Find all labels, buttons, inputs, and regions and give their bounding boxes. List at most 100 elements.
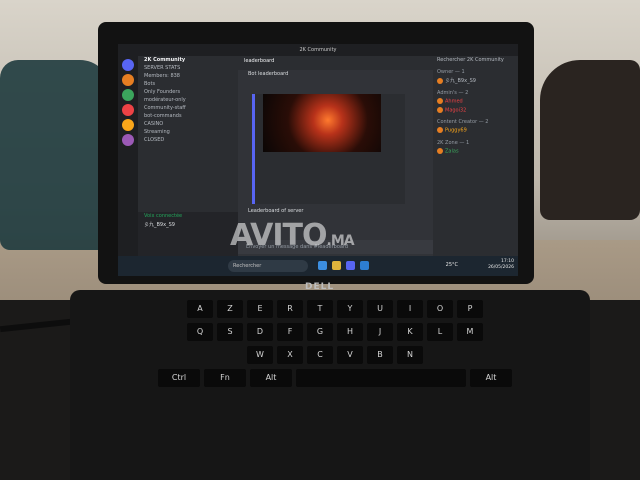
watermark-suffix: .MA	[326, 233, 355, 249]
key-row: QSDFGHJKLM	[100, 323, 570, 341]
keyboard-key[interactable]	[296, 369, 466, 387]
keyboard-key[interactable]: F	[277, 323, 303, 341]
member-group: Admin's — 2	[437, 90, 469, 96]
keyboard-key[interactable]: P	[457, 300, 483, 318]
member-group: Owner — 1	[437, 69, 465, 75]
keyboard-key[interactable]: H	[337, 323, 363, 341]
member-list: Rechercher 2K Community Owner — 1 彡九_B9x…	[433, 56, 518, 256]
member-name: Ahmed	[445, 98, 463, 105]
keyboard-key[interactable]: Y	[337, 300, 363, 318]
channel-item[interactable]: Members: 838	[138, 72, 238, 80]
keyboard-key[interactable]: A	[187, 300, 213, 318]
keyboard-key[interactable]: Alt	[250, 369, 292, 387]
channel-item[interactable]: bot-commands	[138, 112, 238, 120]
keyboard-key[interactable]: X	[277, 346, 303, 364]
keyboard-key[interactable]: N	[397, 346, 423, 364]
server-name[interactable]: 2K Community	[138, 56, 238, 64]
keyboard-key[interactable]: C	[307, 346, 333, 364]
member-item[interactable]: Zalas	[433, 147, 518, 156]
keyboard-key[interactable]: J	[367, 323, 393, 341]
window-title: 2K Community	[118, 44, 518, 56]
keyboard-key[interactable]: O	[427, 300, 453, 318]
photo-scene: 2K Community 2K Community SERVER STATS M…	[0, 0, 640, 480]
browser-icon[interactable]	[318, 261, 327, 270]
avatar	[437, 127, 443, 133]
avatar	[437, 98, 443, 104]
keyboard-key[interactable]: G	[307, 323, 333, 341]
clock-date: 26/05/2026	[488, 265, 514, 270]
watermark: AVITO.MA	[230, 218, 355, 253]
keyboard-key[interactable]: E	[247, 300, 273, 318]
avatar	[437, 77, 443, 84]
server-icon[interactable]	[122, 119, 134, 131]
server-icon[interactable]	[122, 89, 134, 101]
member-item[interactable]: 彡九_B9x_S9	[433, 76, 518, 85]
member-name: Magoi32	[445, 107, 467, 113]
keyboard-key[interactable]: Ctrl	[158, 369, 200, 387]
keyboard-key[interactable]: Fn	[204, 369, 246, 387]
key-row: Ctrl Fn Alt Alt	[100, 369, 570, 387]
embed-image	[263, 94, 381, 152]
keyboard-key[interactable]: T	[307, 300, 333, 318]
folder-icon[interactable]	[332, 261, 341, 270]
key-row: AZERTYUIOP	[100, 300, 570, 318]
keyboard-key[interactable]: W	[247, 346, 273, 364]
keyboard-key[interactable]: Z	[217, 300, 243, 318]
discord-icon[interactable]	[346, 261, 355, 270]
message: Bot leaderboard	[248, 71, 289, 77]
message-embed	[252, 94, 405, 204]
member-name: 彡九_B9x_S9	[445, 78, 476, 84]
keyboard-key[interactable]: D	[247, 323, 273, 341]
keyboard-key[interactable]: R	[277, 300, 303, 318]
search-input[interactable]: Rechercher 2K Community	[433, 56, 518, 64]
member-group: Content Creator — 2	[437, 119, 489, 125]
member-name: Zalas	[445, 148, 459, 154]
watermark-text: AVITO	[230, 218, 328, 253]
channel-item[interactable]: Only Founders	[138, 88, 238, 96]
keyboard: AZERTYUIOP QSDFGHJKLM WXCVBN Ctrl Fn Alt Al…	[100, 300, 570, 440]
member-item[interactable]: Puggy69	[433, 126, 518, 135]
member-item[interactable]: Ahmed	[433, 97, 518, 106]
weather-readout[interactable]: 25°C	[446, 262, 458, 268]
keyboard-key[interactable]: Alt	[470, 369, 512, 387]
server-icon[interactable]	[122, 104, 134, 116]
keyboard-key[interactable]: K	[397, 323, 423, 341]
member-group: 2K Zone — 1	[437, 139, 470, 146]
member-name: Puggy69	[445, 127, 467, 134]
keyboard-key[interactable]: I	[397, 300, 423, 318]
server-list	[118, 56, 138, 256]
keyboard-key[interactable]: Q	[187, 323, 213, 341]
keyboard-key[interactable]: U	[367, 300, 393, 318]
keyboard-key[interactable]: B	[367, 346, 393, 364]
taskbar: Rechercher 25°C 17:10 26/05/2026	[118, 256, 518, 276]
server-icon[interactable]	[122, 59, 134, 71]
keyboard-key[interactable]: M	[457, 323, 483, 341]
channel-item[interactable]: CLOSED	[138, 136, 238, 144]
voice-user: 彡九_B9x_S9	[144, 222, 175, 228]
avatar	[437, 147, 443, 154]
key-row: WXCVBN	[100, 346, 570, 364]
clock[interactable]: 17:10 26/05/2026	[488, 259, 514, 271]
taskbar-search[interactable]: Rechercher	[228, 260, 308, 272]
keyboard-key[interactable]: S	[217, 323, 243, 341]
avatar	[437, 106, 443, 113]
channel-item[interactable]: modérateur-only	[138, 96, 238, 104]
message: Leaderboard of server	[248, 208, 304, 214]
chair-left	[0, 60, 110, 250]
channel-item[interactable]: Streaming	[138, 128, 238, 136]
channel-title: leaderboard	[238, 56, 433, 70]
server-icon[interactable]	[122, 134, 134, 146]
channel-item[interactable]: Bots	[138, 80, 238, 88]
chair-right	[540, 60, 640, 220]
keyboard-key[interactable]: V	[337, 346, 363, 364]
brand-logo: DELL	[305, 282, 335, 292]
channel-item[interactable]: CASINO	[138, 120, 238, 128]
vscode-icon[interactable]	[360, 261, 369, 270]
voice-panel: Voix connectée 彡九_B9x_S9	[138, 212, 238, 256]
server-icon[interactable]	[122, 74, 134, 86]
voice-status: Voix connectée	[144, 213, 183, 219]
channel-item[interactable]: SERVER STATS	[138, 64, 238, 72]
channel-item[interactable]: Community-staff	[138, 104, 238, 112]
keyboard-key[interactable]: L	[427, 323, 453, 341]
member-item[interactable]: Magoi32	[433, 106, 518, 115]
